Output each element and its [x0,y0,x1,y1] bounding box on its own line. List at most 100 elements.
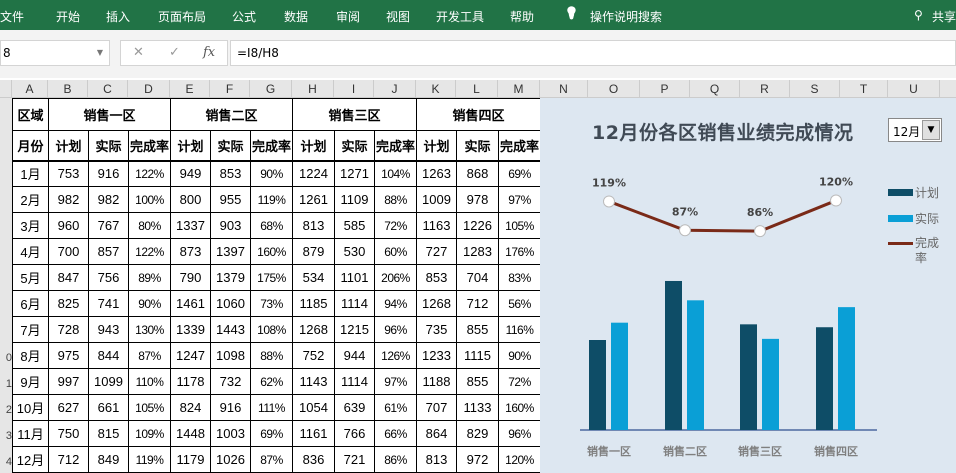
data-cell[interactable]: 949 [170,160,211,187]
data-cell[interactable]: 853 [416,264,457,291]
data-cell[interactable]: 1233 [416,342,457,369]
data-cell[interactable]: 62% [250,368,293,395]
data-cell[interactable]: 728 [48,316,89,343]
data-cell[interactable]: 116% [498,316,541,343]
data-cell[interactable]: 94% [374,290,417,317]
data-cell[interactable]: 752 [292,342,335,369]
data-cell[interactable]: 66% [374,420,417,447]
data-cell[interactable]: 727 [416,238,457,265]
row-header[interactable]: 3 [0,430,12,442]
data-cell[interactable]: 1443 [210,316,251,343]
month-cell[interactable]: 1月 [12,160,49,187]
data-cell[interactable]: 1060 [210,290,251,317]
column-header[interactable]: B [48,80,88,98]
data-cell[interactable]: 176% [498,238,541,265]
data-cell[interactable]: 800 [170,186,211,213]
column-header[interactable]: S [790,80,840,98]
data-cell[interactable]: 89% [128,264,171,291]
data-cell[interactable]: 1114 [334,368,375,395]
column-header[interactable]: U [888,80,940,98]
column-header[interactable]: F [210,80,250,98]
data-cell[interactable]: 1268 [292,316,335,343]
data-cell[interactable]: 160% [498,394,541,421]
column-header[interactable]: T [840,80,888,98]
data-cell[interactable]: 849 [88,446,129,473]
column-header[interactable]: A [12,80,48,98]
month-cell[interactable]: 3月 [12,212,49,239]
data-cell[interactable]: 813 [416,446,457,473]
data-cell[interactable]: 1179 [170,446,211,473]
data-cell[interactable]: 855 [456,316,499,343]
data-cell[interactable]: 1163 [416,212,457,239]
data-cell[interactable]: 119% [250,186,293,213]
data-cell[interactable]: 1339 [170,316,211,343]
data-cell[interactable]: 704 [456,264,499,291]
data-cell[interactable]: 109% [128,420,171,447]
data-cell[interactable]: 1283 [456,238,499,265]
data-cell[interactable]: 69% [498,160,541,187]
month-cell[interactable]: 2月 [12,186,49,213]
data-cell[interactable]: 130% [128,316,171,343]
row-header[interactable]: 1 [0,378,12,390]
data-cell[interactable]: 1224 [292,160,335,187]
data-cell[interactable]: 72% [374,212,417,239]
share-button[interactable]: 共享 [932,8,956,25]
data-cell[interactable]: 111% [250,394,293,421]
ribbon-tab[interactable]: 文件 [0,8,24,25]
data-cell[interactable]: 61% [374,394,417,421]
data-cell[interactable]: 90% [128,290,171,317]
month-cell[interactable]: 11月 [12,420,49,447]
data-cell[interactable]: 700 [48,238,89,265]
column-header[interactable]: P [640,80,690,98]
ribbon-tab[interactable]: 开始 [56,8,80,25]
data-cell[interactable]: 960 [48,212,89,239]
data-cell[interactable]: 160% [250,238,293,265]
data-cell[interactable]: 1397 [210,238,251,265]
data-cell[interactable]: 813 [292,212,335,239]
data-cell[interactable]: 879 [292,238,335,265]
data-cell[interactable]: 1247 [170,342,211,369]
month-cell[interactable]: 7月 [12,316,49,343]
data-cell[interactable]: 750 [48,420,89,447]
column-header[interactable]: I [334,80,374,98]
data-cell[interactable]: 829 [456,420,499,447]
data-cell[interactable]: 87% [128,342,171,369]
data-cell[interactable]: 122% [128,238,171,265]
bar-actual[interactable] [762,338,779,430]
fx-icon[interactable]: fx [203,45,215,60]
column-header[interactable]: N [540,80,588,98]
column-header[interactable]: H [292,80,334,98]
data-cell[interactable]: 847 [48,264,89,291]
column-header[interactable]: J [374,80,416,98]
data-cell[interactable]: 96% [374,316,417,343]
data-cell[interactable]: 1133 [456,394,499,421]
data-cell[interactable]: 1448 [170,420,211,447]
data-cell[interactable]: 175% [250,264,293,291]
data-cell[interactable]: 97% [374,368,417,395]
data-cell[interactable]: 534 [292,264,335,291]
ribbon-tab[interactable]: 插入 [106,8,130,25]
data-cell[interactable]: 815 [88,420,129,447]
bar-plan[interactable] [816,327,833,430]
data-cell[interactable]: 86% [374,446,417,473]
data-cell[interactable]: 853 [210,160,251,187]
data-cell[interactable]: 68% [250,212,293,239]
data-cell[interactable]: 1143 [292,368,335,395]
data-cell[interactable]: 972 [456,446,499,473]
line-marker[interactable] [830,194,842,207]
data-cell[interactable]: 1114 [334,290,375,317]
data-cell[interactable]: 903 [210,212,251,239]
column-header[interactable]: C [88,80,128,98]
data-cell[interactable]: 857 [88,238,129,265]
month-cell[interactable]: 4月 [12,238,49,265]
data-cell[interactable]: 756 [88,264,129,291]
search-help[interactable]: 操作说明搜索 [590,8,662,25]
ribbon-tab[interactable]: 页面布局 [158,8,206,25]
data-cell[interactable]: 122% [128,160,171,187]
data-cell[interactable]: 978 [456,186,499,213]
ribbon-tab[interactable]: 开发工具 [436,8,484,25]
data-cell[interactable]: 88% [250,342,293,369]
column-header[interactable]: D [128,80,170,98]
data-cell[interactable]: 1261 [292,186,335,213]
data-cell[interactable]: 1215 [334,316,375,343]
